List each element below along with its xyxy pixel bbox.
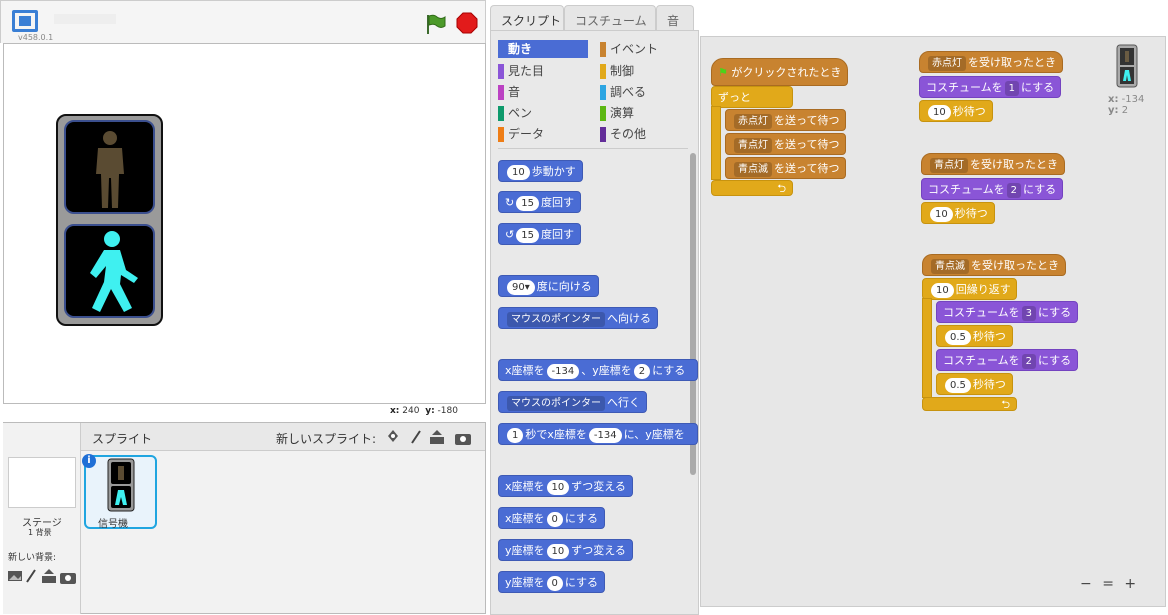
walking-person-icon bbox=[90, 231, 138, 312]
block-wait[interactable]: 10 秒待つ bbox=[919, 100, 993, 122]
current-sprite-coords: x: -134 y: 2 bbox=[1108, 94, 1145, 116]
red-lamp bbox=[64, 120, 155, 214]
block-broadcast-wait-green[interactable]: 青点灯 を送って待つ bbox=[725, 133, 847, 155]
loop-arrow-icon: ⮌ bbox=[777, 182, 786, 195]
block-switch-costume[interactable]: コスチュームを 2 にする bbox=[921, 178, 1064, 200]
image-library-icon[interactable] bbox=[8, 571, 22, 581]
category-motion[interactable]: 動き bbox=[498, 40, 588, 58]
category-sensing[interactable]: 調べる bbox=[600, 83, 690, 101]
block-goto-xy[interactable]: x座標を -134 、y座標を 2 にする bbox=[498, 359, 698, 381]
block-set-x[interactable]: x座標を 0 にする bbox=[498, 507, 606, 529]
block-switch-costume[interactable]: コスチュームを 2 にする bbox=[936, 349, 1079, 371]
tab-costumes[interactable]: コスチューム bbox=[564, 5, 656, 33]
camera-icon[interactable] bbox=[60, 573, 76, 584]
block-repeat[interactable]: 10 回繰り返す bbox=[922, 278, 1017, 300]
block-broadcast-wait-blink[interactable]: 青点滅 を送って待つ bbox=[725, 157, 847, 179]
category-sound[interactable]: 音 bbox=[498, 83, 588, 101]
block-switch-costume[interactable]: コスチュームを 1 にする bbox=[919, 76, 1062, 98]
block-change-x[interactable]: x座標を 10 ずつ変える bbox=[498, 475, 633, 497]
stage-thumbnail[interactable] bbox=[8, 457, 76, 508]
rotate-cw-icon: ↻ bbox=[505, 196, 515, 209]
forever-end: ⮌ bbox=[711, 180, 793, 196]
new-sprite-tools bbox=[388, 430, 471, 445]
green-flag-icon[interactable] bbox=[424, 13, 446, 35]
loop-arrow-icon: ⮌ bbox=[1001, 398, 1010, 411]
block-wait[interactable]: 0.5 秒待つ bbox=[936, 325, 1013, 347]
new-sprite-label: 新しいスプライト: bbox=[276, 432, 377, 446]
hat-receive-blink[interactable]: 青点滅 を受け取ったとき bbox=[922, 254, 1066, 276]
category-more[interactable]: その他 bbox=[600, 125, 690, 143]
sprite-library-icon[interactable] bbox=[388, 430, 398, 442]
sprite-info-icon[interactable]: i bbox=[82, 454, 96, 468]
upload-icon[interactable] bbox=[430, 430, 444, 444]
repeat-end: ⮌ bbox=[922, 397, 1017, 411]
stop-sign-icon[interactable] bbox=[456, 12, 478, 34]
forever-arm bbox=[711, 106, 721, 180]
sprite-name: 信号機 bbox=[98, 519, 128, 530]
paint-brush-icon[interactable] bbox=[26, 569, 36, 583]
category-data[interactable]: データ bbox=[498, 125, 588, 143]
camera-icon[interactable] bbox=[455, 434, 471, 445]
block-forever[interactable]: ずっと bbox=[711, 86, 793, 108]
category-operators[interactable]: 演算 bbox=[600, 104, 690, 122]
block-point-towards[interactable]: マウスのポインター へ向ける bbox=[498, 307, 658, 329]
backdrop-count: 1 背景 bbox=[28, 528, 52, 537]
block-turn-right[interactable]: ↻ 15 度回す bbox=[498, 191, 581, 213]
block-move-steps[interactable]: 10 歩動かす bbox=[498, 160, 583, 182]
block-glide[interactable]: 1 秒でx座標を -134 に、y座標を bbox=[498, 423, 698, 445]
category-looks[interactable]: 見た目 bbox=[498, 62, 588, 80]
green-lamp bbox=[64, 224, 155, 318]
upload-icon[interactable] bbox=[42, 569, 56, 583]
block-broadcast-wait-red[interactable]: 赤点灯 を送って待つ bbox=[725, 109, 847, 131]
stage-mouse-coords: x: 240 y: -180 bbox=[390, 406, 458, 416]
zoom-controls: − = + bbox=[1080, 576, 1136, 592]
version-label: v458.0.1 bbox=[18, 33, 54, 42]
block-turn-left[interactable]: ↺ 15 度回す bbox=[498, 223, 581, 245]
tab-sounds[interactable]: 音 bbox=[656, 5, 694, 33]
current-sprite-thumbnail bbox=[1116, 44, 1138, 88]
block-set-y[interactable]: y座標を 0 にする bbox=[498, 571, 606, 593]
category-events[interactable]: イベント bbox=[600, 40, 690, 58]
sprites-label: スプライト bbox=[92, 432, 153, 446]
palette-divider bbox=[498, 148, 688, 149]
block-change-y[interactable]: y座標を 10 ずつ変える bbox=[498, 539, 633, 561]
zoom-out-icon[interactable]: − bbox=[1080, 576, 1092, 592]
block-wait[interactable]: 10 秒待つ bbox=[921, 202, 995, 224]
block-point-direction[interactable]: 90▾ 度に向ける bbox=[498, 275, 599, 297]
tab-scripts[interactable]: スクリプト bbox=[490, 5, 564, 33]
zoom-in-icon[interactable]: + bbox=[1124, 576, 1136, 592]
fullscreen-icon[interactable] bbox=[12, 10, 38, 32]
green-flag-icon: ⚑ bbox=[718, 66, 728, 79]
block-switch-costume[interactable]: コスチュームを 3 にする bbox=[936, 301, 1079, 323]
traffic-light-sprite[interactable] bbox=[56, 114, 163, 326]
hat-receive-green[interactable]: 青点灯 を受け取ったとき bbox=[921, 153, 1065, 175]
category-control[interactable]: 制御 bbox=[600, 62, 690, 80]
block-wait[interactable]: 0.5 秒待つ bbox=[936, 373, 1013, 395]
zoom-reset-icon[interactable]: = bbox=[1102, 576, 1114, 592]
paint-brush-icon[interactable] bbox=[411, 430, 421, 444]
project-title-field[interactable] bbox=[54, 14, 116, 24]
hat-receive-red[interactable]: 赤点灯 を受け取ったとき bbox=[919, 51, 1063, 73]
new-backdrop-tools bbox=[8, 569, 76, 584]
repeat-arm bbox=[922, 298, 932, 398]
new-backdrop-label: 新しい背景: bbox=[8, 553, 57, 563]
block-goto[interactable]: マウスのポインター へ行く bbox=[498, 391, 647, 413]
category-pen[interactable]: ペン bbox=[498, 104, 588, 122]
rotate-ccw-icon: ↺ bbox=[505, 228, 515, 241]
hat-flag-clicked[interactable]: ⚑ がクリックされたとき bbox=[711, 58, 849, 86]
standing-person-icon bbox=[96, 131, 124, 208]
